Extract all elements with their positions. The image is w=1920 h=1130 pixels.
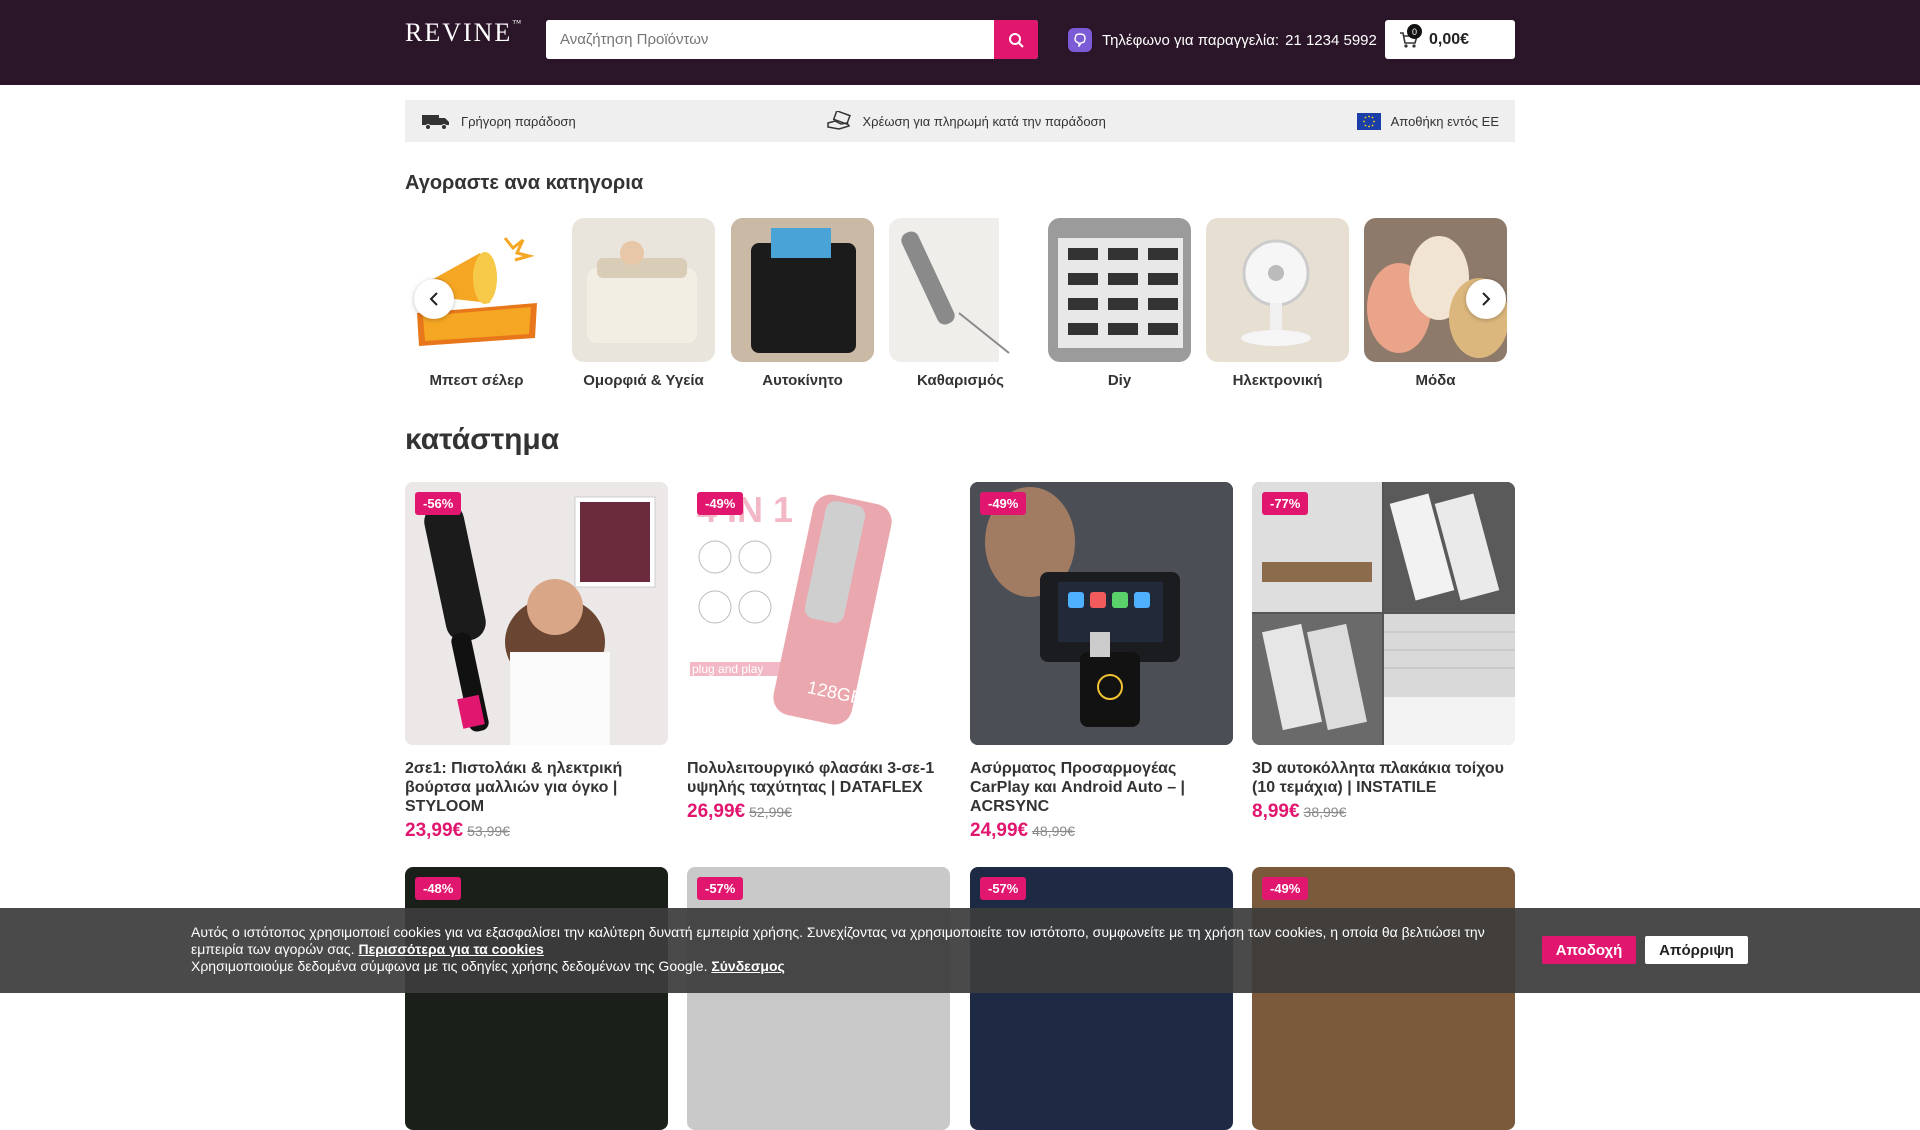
search-icon xyxy=(1009,32,1024,48)
carousel-next-button[interactable] xyxy=(1466,279,1506,319)
product-name[interactable]: Ασύρματος Προσαρμογέας CarPlay και Andro… xyxy=(970,759,1233,816)
category-beauty-health[interactable]: Ομορφιά & Υγεία xyxy=(572,218,715,389)
category-label: Ηλεκτρονική xyxy=(1232,372,1323,389)
search-button[interactable] xyxy=(994,20,1038,59)
product-card[interactable]: 4 IN 1 plug and play 128GB -49% Πολυλειτου… xyxy=(687,482,950,823)
cookie-text-block: Αυτός ο ιστότοπος χρησιμοποιεί cookies γ… xyxy=(191,924,1531,975)
search-bar xyxy=(546,20,1038,59)
truck-icon xyxy=(422,115,449,130)
chevron-right-icon xyxy=(1482,292,1491,306)
shop-title: κατάστημα xyxy=(405,423,560,456)
logo[interactable]: REVINE™ xyxy=(405,18,523,48)
discount-badge: -48% xyxy=(415,877,462,900)
viber-icon[interactable] xyxy=(1068,28,1092,52)
phone-label: Τηλέφωνο για παραγγελία: xyxy=(1102,31,1280,49)
product-card[interactable]: -48% xyxy=(405,867,668,1130)
product-card[interactable]: -57% xyxy=(687,867,950,1130)
product-name[interactable]: 2σε1: Πιστολάκι & ηλεκτρική βούρτσα μαλλ… xyxy=(405,759,668,816)
product-price: 23,99€ 53,99€ xyxy=(405,820,510,841)
product-image[interactable]: -48% xyxy=(405,867,668,1130)
category-label: Μόδα xyxy=(1415,372,1456,389)
product-image[interactable]: 4 IN 1 plug and play 128GB -49% xyxy=(687,482,950,745)
discount-badge: -77% xyxy=(1262,492,1309,515)
category-carousel: Μπεστ σέλερ Ομορφιά & Υγεία Αυτοκίνητο Κ… xyxy=(405,218,1515,393)
accept-cookies-button[interactable]: Αποδοχή xyxy=(1542,936,1636,964)
category-label: Diy xyxy=(1107,372,1132,389)
discount-badge: -49% xyxy=(980,492,1027,515)
category-image xyxy=(1048,218,1191,362)
cookie-banner: Αυτός ο ιστότοπος χρησιμοποιεί cookies γ… xyxy=(0,908,1920,993)
category-image xyxy=(889,218,1032,362)
cart-count-badge: 0 xyxy=(1407,24,1422,39)
search-input[interactable] xyxy=(546,20,994,59)
category-image xyxy=(1206,218,1349,362)
eu-flag-icon xyxy=(1356,112,1381,130)
reject-cookies-button[interactable]: Απόρριψη xyxy=(1645,936,1748,964)
product-card[interactable]: -77% 3D αυτοκόλλητα πλακάκια τοίχου (10 … xyxy=(1252,482,1515,823)
chevron-left-icon xyxy=(429,292,438,306)
category-label: Αυτοκίνητο xyxy=(762,372,843,389)
product-card[interactable]: -57% xyxy=(970,867,1233,1130)
benefit-fast-delivery: Γρήγορη παράδοση xyxy=(421,112,576,130)
product-price: 8,99€ 38,99€ xyxy=(1252,801,1347,822)
product-name[interactable]: Πολυλειτουργικό φλασάκι 3-σε-1 υψηλής τα… xyxy=(687,759,950,797)
benefits-bar: Γρήγορη παράδοση Χρέωση για πληρωμή κατά… xyxy=(405,100,1515,142)
product-card[interactable]: -49% xyxy=(1252,867,1515,1130)
product-price: 24,99€ 48,99€ xyxy=(970,820,1075,841)
category-diy[interactable]: Diy xyxy=(1048,218,1191,389)
benefit-eu-warehouse: Αποθήκη εντός ΕΕ xyxy=(1356,112,1499,130)
cookie-more-link[interactable]: Περισσότερα για τα cookies xyxy=(358,941,543,957)
phone-number[interactable]: 21 1234 5992 xyxy=(1285,32,1377,49)
cookie-google-link[interactable]: Σύνδεσμος xyxy=(711,958,784,974)
old-price: 52,99€ xyxy=(749,804,792,820)
product-image[interactable]: -56% xyxy=(405,482,668,745)
product-image[interactable]: -57% xyxy=(687,867,950,1130)
discount-badge: -57% xyxy=(697,877,744,900)
product-image[interactable]: -77% xyxy=(1252,482,1515,745)
category-image xyxy=(731,218,874,362)
benefit-cash-on-delivery: Χρέωση για πληρωμή κατά την παράδοση xyxy=(826,111,1106,131)
discount-badge: -49% xyxy=(697,492,744,515)
discount-badge: -56% xyxy=(415,492,462,515)
product-name[interactable]: 3D αυτοκόλλητα πλακάκια τοίχου (10 τεμάχ… xyxy=(1252,759,1515,797)
category-image xyxy=(572,218,715,362)
benefit-label: Αποθήκη εντός ΕΕ xyxy=(1390,113,1499,129)
product-price: 26,99€ 52,99€ xyxy=(687,801,792,822)
category-cleaning[interactable]: Καθαρισμός xyxy=(889,218,1032,389)
discount-badge: -57% xyxy=(980,877,1027,900)
discount-badge: -49% xyxy=(1262,877,1309,900)
old-price: 38,99€ xyxy=(1303,804,1347,820)
category-label: Καθαρισμός xyxy=(917,372,1004,389)
product-card[interactable]: -49% Ασύρματος Προσαρμογέας CarPlay και … xyxy=(970,482,1233,842)
cash-hand-icon xyxy=(826,111,851,130)
category-electronics[interactable]: Ηλεκτρονική xyxy=(1206,218,1349,389)
phone-order: Τηλέφωνο για παραγγελία: 21 1234 5992 xyxy=(1068,28,1377,52)
product-image[interactable]: -49% xyxy=(970,482,1233,745)
categories-title: Αγοραστε ανα κατηγορια xyxy=(405,172,644,194)
product-card[interactable]: -56% 2σε1: Πιστολάκι & ηλεκτρική βούρτσα… xyxy=(405,482,668,842)
category-label: Ομορφιά & Υγεία xyxy=(583,372,704,389)
benefit-label: Χρέωση για πληρωμή κατά την παράδοση xyxy=(862,113,1106,129)
old-price: 53,99€ xyxy=(467,823,510,839)
category-label: Μπεστ σέλερ xyxy=(429,372,524,389)
benefit-label: Γρήγορη παράδοση xyxy=(461,113,576,129)
cookie-google-text: Χρησιμοποιούμε δεδομένα σύμφωνα με τις ο… xyxy=(191,958,708,974)
carousel-prev-button[interactable] xyxy=(414,279,454,319)
category-car[interactable]: Αυτοκίνητο xyxy=(731,218,874,389)
cart-total: 0,00€ xyxy=(1429,30,1470,48)
product-image[interactable]: -49% xyxy=(1252,867,1515,1130)
old-price: 48,99€ xyxy=(1032,823,1075,839)
cart-button[interactable]: 0 0,00€ xyxy=(1385,20,1515,59)
site-header: REVINE™ Τηλέφωνο για παραγγελία: 21 1234… xyxy=(0,0,1920,85)
svg-text:plug and play: plug and play xyxy=(692,662,763,676)
product-image[interactable]: -57% xyxy=(970,867,1233,1130)
